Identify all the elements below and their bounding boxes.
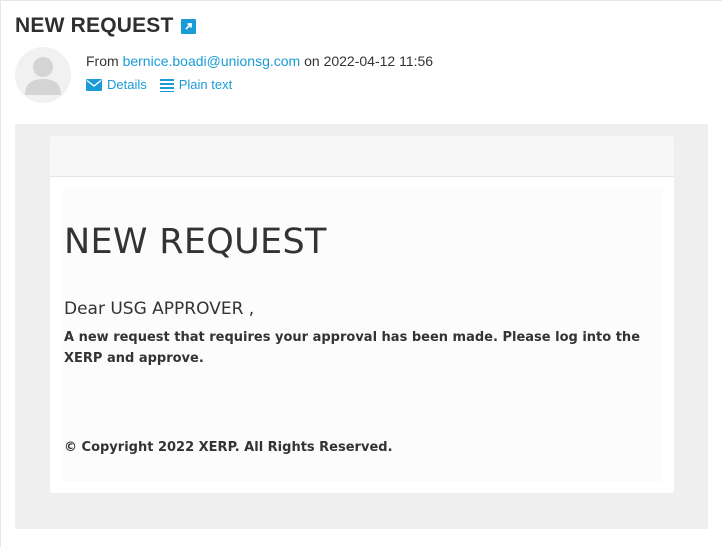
message-title: NEW REQUEST bbox=[64, 222, 327, 262]
message-card-header bbox=[50, 136, 674, 177]
details-label: Details bbox=[107, 77, 147, 92]
message-greeting: Dear USG APPROVER , bbox=[64, 299, 255, 319]
left-divider bbox=[0, 0, 1, 547]
open-external-icon[interactable] bbox=[180, 18, 196, 34]
mail-subject: NEW REQUEST bbox=[15, 14, 196, 38]
on-label: on bbox=[304, 53, 320, 69]
message-copyright: © Copyright 2022 XERP. All Rights Reserv… bbox=[64, 440, 393, 455]
subject-text: NEW REQUEST bbox=[15, 14, 174, 37]
sender-avatar bbox=[15, 47, 71, 103]
message-actions: Details Plain text bbox=[86, 77, 245, 92]
message-body-text: A new request that requires your approva… bbox=[64, 330, 641, 366]
envelope-icon bbox=[86, 78, 102, 91]
top-divider bbox=[0, 0, 722, 1]
sender-line: From bernice.boadi@unionsg.com on 2022-0… bbox=[86, 53, 433, 69]
sent-datetime: 2022-04-12 11:56 bbox=[323, 53, 434, 69]
plain-text-button[interactable]: Plain text bbox=[159, 77, 233, 92]
from-label: From bbox=[86, 53, 119, 69]
sender-email-link[interactable]: bernice.boadi@unionsg.com bbox=[123, 53, 301, 69]
mail-view: NEW REQUEST From bernice.boadi@unionsg.c… bbox=[0, 0, 722, 547]
details-button[interactable]: Details bbox=[86, 77, 147, 92]
plain-text-label: Plain text bbox=[178, 77, 233, 92]
list-lines-icon bbox=[159, 78, 174, 92]
